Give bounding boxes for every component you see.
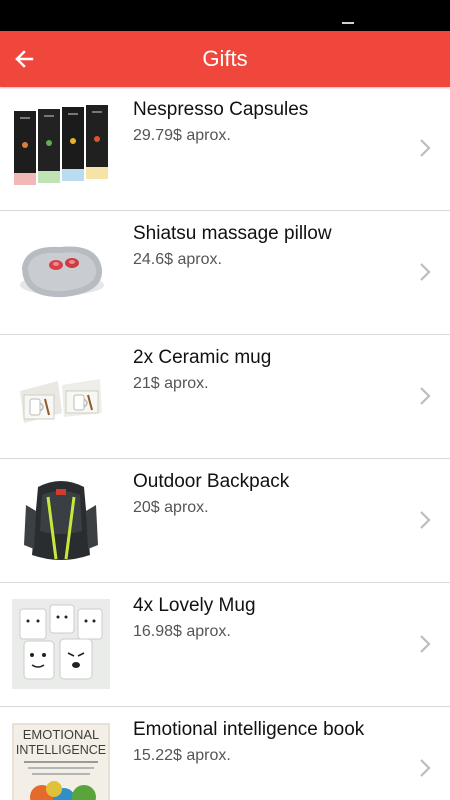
status-indicator [342, 22, 354, 24]
gift-price: 29.79$ aprox. [133, 127, 231, 144]
app-bar: Gifts [0, 31, 450, 87]
gift-name: Outdoor Backpack [133, 471, 290, 492]
gift-list-item[interactable]: 4x Lovely Mug 16.98$ aprox. [0, 583, 450, 707]
gift-list-item[interactable]: Shiatsu massage pillow 24.6$ aprox. [0, 211, 450, 335]
gift-name: Shiatsu massage pillow [133, 223, 332, 244]
massage-pillow-image [12, 227, 110, 317]
lovely-mug-image [12, 599, 110, 689]
gift-name: 2x Ceramic mug [133, 347, 272, 368]
book-cover-image: EMOTIONAL INTELLIGENCE [12, 723, 110, 800]
backpack-image [12, 475, 110, 565]
gift-list-item[interactable]: Outdoor Backpack 20$ aprox. [0, 459, 450, 583]
gift-price: 21$ aprox. [133, 375, 209, 392]
arrow-left-icon [15, 50, 34, 68]
chevron-right-icon [420, 511, 431, 529]
nespresso-capsules-image [12, 103, 110, 193]
gift-name: Nespresso Capsules [133, 99, 309, 120]
gift-list-item[interactable]: 2x Ceramic mug 21$ aprox. [0, 335, 450, 459]
gift-list: Nespresso Capsules 29.79$ aprox. Shiatsu… [0, 87, 450, 800]
chevron-right-icon [420, 139, 431, 157]
gift-price: 16.98$ aprox. [133, 623, 231, 640]
back-button[interactable] [0, 31, 48, 87]
chevron-right-icon [420, 387, 431, 405]
chevron-right-icon [420, 635, 431, 653]
gift-price: 15.22$ aprox. [133, 747, 231, 764]
page-title: Gifts [202, 46, 248, 71]
gift-price: 24.6$ aprox. [133, 251, 222, 268]
book-cover-title-line-1: EMOTIONAL [23, 727, 100, 742]
gift-list-item[interactable]: Nespresso Capsules 29.79$ aprox. [0, 87, 450, 211]
status-bar [0, 0, 450, 31]
ceramic-mug-image [12, 351, 110, 441]
gift-name: 4x Lovely Mug [133, 595, 256, 616]
gift-price: 20$ aprox. [133, 499, 209, 516]
gift-name: Emotional intelligence book [133, 719, 365, 740]
chevron-right-icon [420, 263, 431, 281]
book-cover-title-line-2: INTELLIGENCE [16, 743, 106, 757]
chevron-right-icon [420, 759, 431, 777]
gift-list-item[interactable]: EMOTIONAL INTELLIGENCE Emotional intelli… [0, 707, 450, 800]
